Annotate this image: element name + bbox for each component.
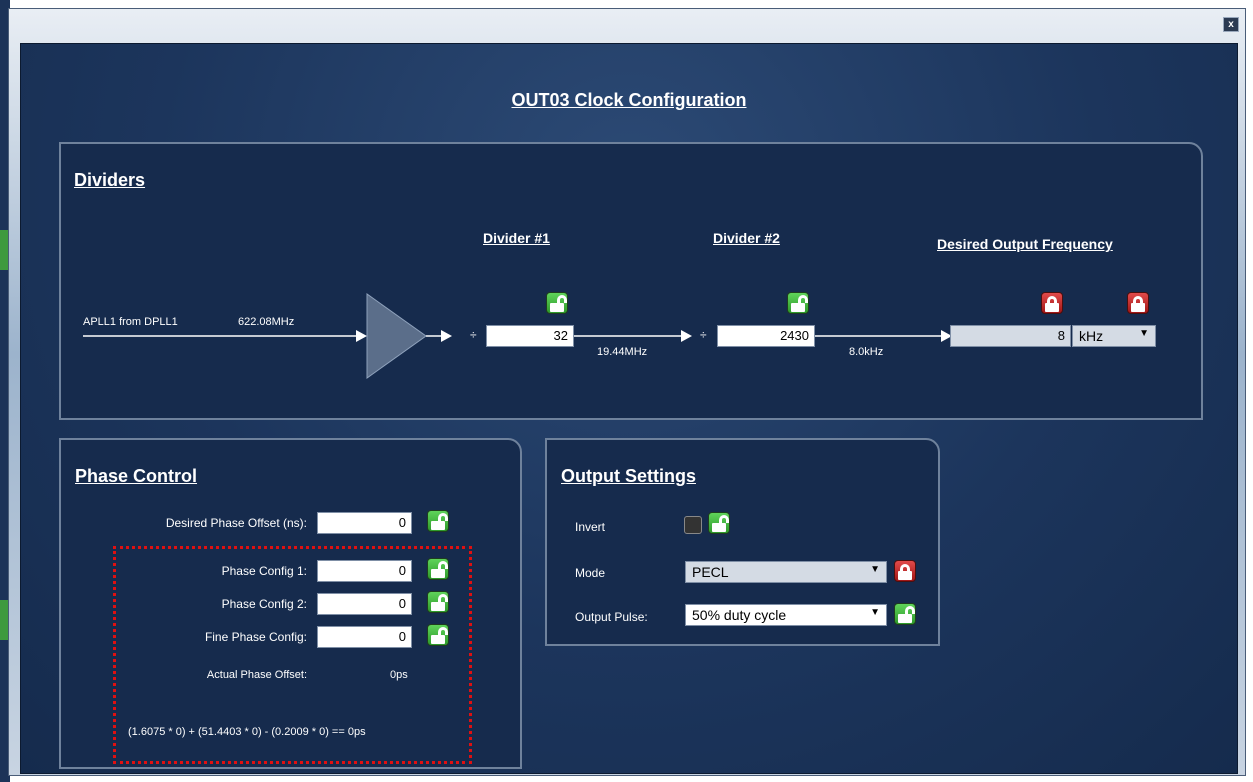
signal-path xyxy=(83,293,952,379)
divider2-output-frequency: 8.0kHz xyxy=(849,346,884,358)
phase-config2-label: Phase Config 2: xyxy=(221,597,307,611)
fine-phase-config-input[interactable]: 0 xyxy=(317,626,412,648)
divide-symbol: ÷ xyxy=(700,328,707,342)
lock-closed-icon[interactable] xyxy=(1127,292,1149,314)
chevron-down-icon: ▼ xyxy=(870,607,880,618)
mode-label: Mode xyxy=(575,566,606,580)
source-label: APLL1 from DPLL1 xyxy=(83,316,178,328)
output-pulse-label: Output Pulse: xyxy=(575,610,648,624)
output-settings-panel: Output Settings Invert Mode PECL ▼ Outpu… xyxy=(545,438,940,646)
divider1-input[interactable]: 32 xyxy=(486,325,574,347)
lock-open-icon[interactable] xyxy=(787,292,809,314)
close-button[interactable]: x xyxy=(1223,17,1239,32)
chevron-down-icon: ▼ xyxy=(870,564,880,575)
desired-phase-offset-label: Desired Phase Offset (ns): xyxy=(165,516,307,530)
dialog-content: OUT03 Clock Configuration Dividers APLL1… xyxy=(20,43,1238,774)
output-pulse-select[interactable]: 50% duty cycle ▼ xyxy=(685,604,887,626)
lock-closed-icon[interactable] xyxy=(894,560,916,582)
dividers-panel: Dividers APLL1 from DPLL1 622.08MHz Divi… xyxy=(59,142,1203,420)
divider1-header: Divider #1 xyxy=(483,230,550,246)
lock-open-icon[interactable] xyxy=(427,510,449,532)
lock-open-icon[interactable] xyxy=(708,512,730,534)
config-dialog: x OUT03 Clock Configuration Dividers APL… xyxy=(8,8,1246,776)
actual-phase-offset-value: 0ps xyxy=(390,669,408,681)
output-settings-title: Output Settings xyxy=(561,466,696,486)
phase-control-panel: Phase Control Desired Phase Offset (ns):… xyxy=(59,438,522,769)
mode-select[interactable]: PECL ▼ xyxy=(685,561,887,583)
phase-formula: (1.6075 * 0) + (51.4403 * 0) - (0.2009 *… xyxy=(128,726,366,738)
output-pulse-value: 50% duty cycle xyxy=(692,607,787,623)
lock-closed-icon[interactable] xyxy=(1041,292,1063,314)
divide-symbol: ÷ xyxy=(470,328,477,342)
divider1-output-frequency: 19.44MHz xyxy=(597,346,648,358)
mode-select-value: PECL xyxy=(692,564,729,580)
divider2-input[interactable]: 2430 xyxy=(717,325,815,347)
actual-phase-offset-label: Actual Phase Offset: xyxy=(206,669,307,681)
source-frequency: 622.08MHz xyxy=(238,316,295,328)
divider2-header: Divider #2 xyxy=(713,230,780,246)
frequency-unit-select[interactable]: kHz ▼ xyxy=(1072,325,1156,347)
lock-open-icon[interactable] xyxy=(894,603,916,625)
fine-phase-config-label: Fine Phase Config: xyxy=(204,630,307,644)
lock-open-icon[interactable] xyxy=(546,292,568,314)
background-accent xyxy=(0,600,8,640)
chevron-down-icon: ▼ xyxy=(1139,328,1149,339)
invert-label: Invert xyxy=(575,520,606,534)
lock-open-icon[interactable] xyxy=(427,624,449,646)
desired-frequency-input[interactable]: 8 xyxy=(950,325,1071,347)
desired-phase-offset-input[interactable]: 0 xyxy=(317,512,412,534)
phase-control-title: Phase Control xyxy=(75,466,198,486)
phase-config1-input[interactable]: 0 xyxy=(317,560,412,582)
frequency-unit-value: kHz xyxy=(1079,328,1104,344)
phase-config2-input[interactable]: 0 xyxy=(317,593,412,615)
lock-open-icon[interactable] xyxy=(427,591,449,613)
page-title: OUT03 Clock Configuration xyxy=(511,90,747,110)
desired-frequency-header: Desired Output Frequency xyxy=(937,236,1113,252)
invert-checkbox[interactable] xyxy=(684,516,702,534)
phase-config1-label: Phase Config 1: xyxy=(221,564,307,578)
lock-open-icon[interactable] xyxy=(427,558,449,580)
background-accent xyxy=(0,230,8,270)
